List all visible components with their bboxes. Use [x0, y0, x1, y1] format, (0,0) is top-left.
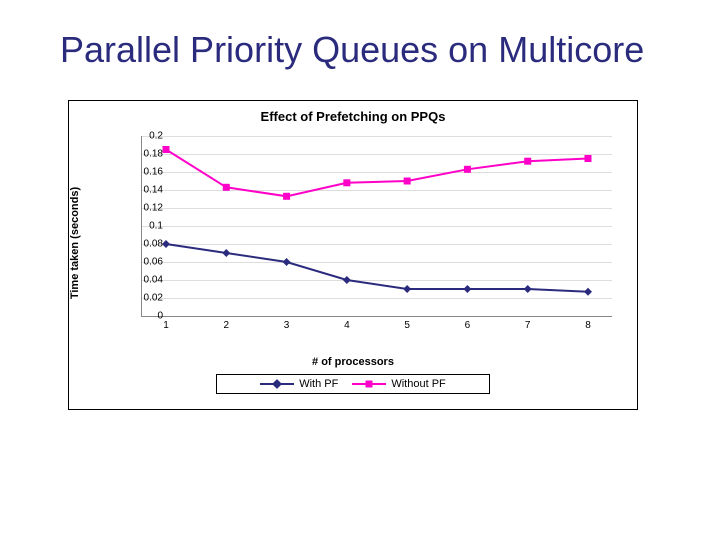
square-marker-icon [163, 146, 170, 153]
legend-label: Without PF [391, 378, 445, 390]
diamond-marker-icon [463, 285, 471, 293]
legend-item-without-pf: Without PF [352, 378, 445, 390]
x-tick-label: 6 [465, 320, 471, 331]
square-marker-icon [223, 183, 230, 190]
square-marker-icon [343, 179, 350, 186]
diamond-marker-icon [403, 285, 411, 293]
diamond-marker-icon [584, 287, 592, 295]
legend-label: With PF [299, 378, 338, 390]
x-axis-label: # of processors [69, 356, 637, 368]
diamond-marker-icon [283, 258, 291, 266]
square-marker-icon [585, 155, 592, 162]
x-tick-label: 5 [404, 320, 410, 331]
chart-lines [142, 136, 612, 316]
diamond-marker-icon [222, 249, 230, 257]
diamond-marker-icon [162, 240, 170, 248]
x-tick-label: 8 [585, 320, 591, 331]
chart-body: Time taken (seconds) 12345678 00.020.040… [69, 132, 637, 354]
x-tick-label: 4 [344, 320, 350, 331]
slide: Parallel Priority Queues on Multicore Ef… [0, 0, 720, 540]
chart-title: Effect of Prefetching on PPQs [69, 101, 637, 132]
legend-swatch-diamond-icon [260, 379, 294, 389]
diamond-marker-icon [524, 285, 532, 293]
legend-item-with-pf: With PF [260, 378, 338, 390]
square-marker-icon [464, 165, 471, 172]
square-marker-icon [404, 177, 411, 184]
diamond-marker-icon [343, 276, 351, 284]
chart-frame: Effect of Prefetching on PPQs Time taken… [68, 100, 638, 410]
x-tick-label: 3 [284, 320, 290, 331]
plot-area: 12345678 [141, 136, 612, 317]
series-line [166, 244, 588, 292]
page-title: Parallel Priority Queues on Multicore [60, 30, 672, 70]
x-tick-label: 1 [163, 320, 169, 331]
legend: With PF Without PF [216, 374, 490, 394]
square-marker-icon [524, 157, 531, 164]
legend-swatch-square-icon [352, 379, 386, 389]
x-tick-label: 2 [224, 320, 230, 331]
y-axis-label: Time taken (seconds) [69, 186, 81, 298]
square-marker-icon [283, 192, 290, 199]
x-tick-label: 7 [525, 320, 531, 331]
